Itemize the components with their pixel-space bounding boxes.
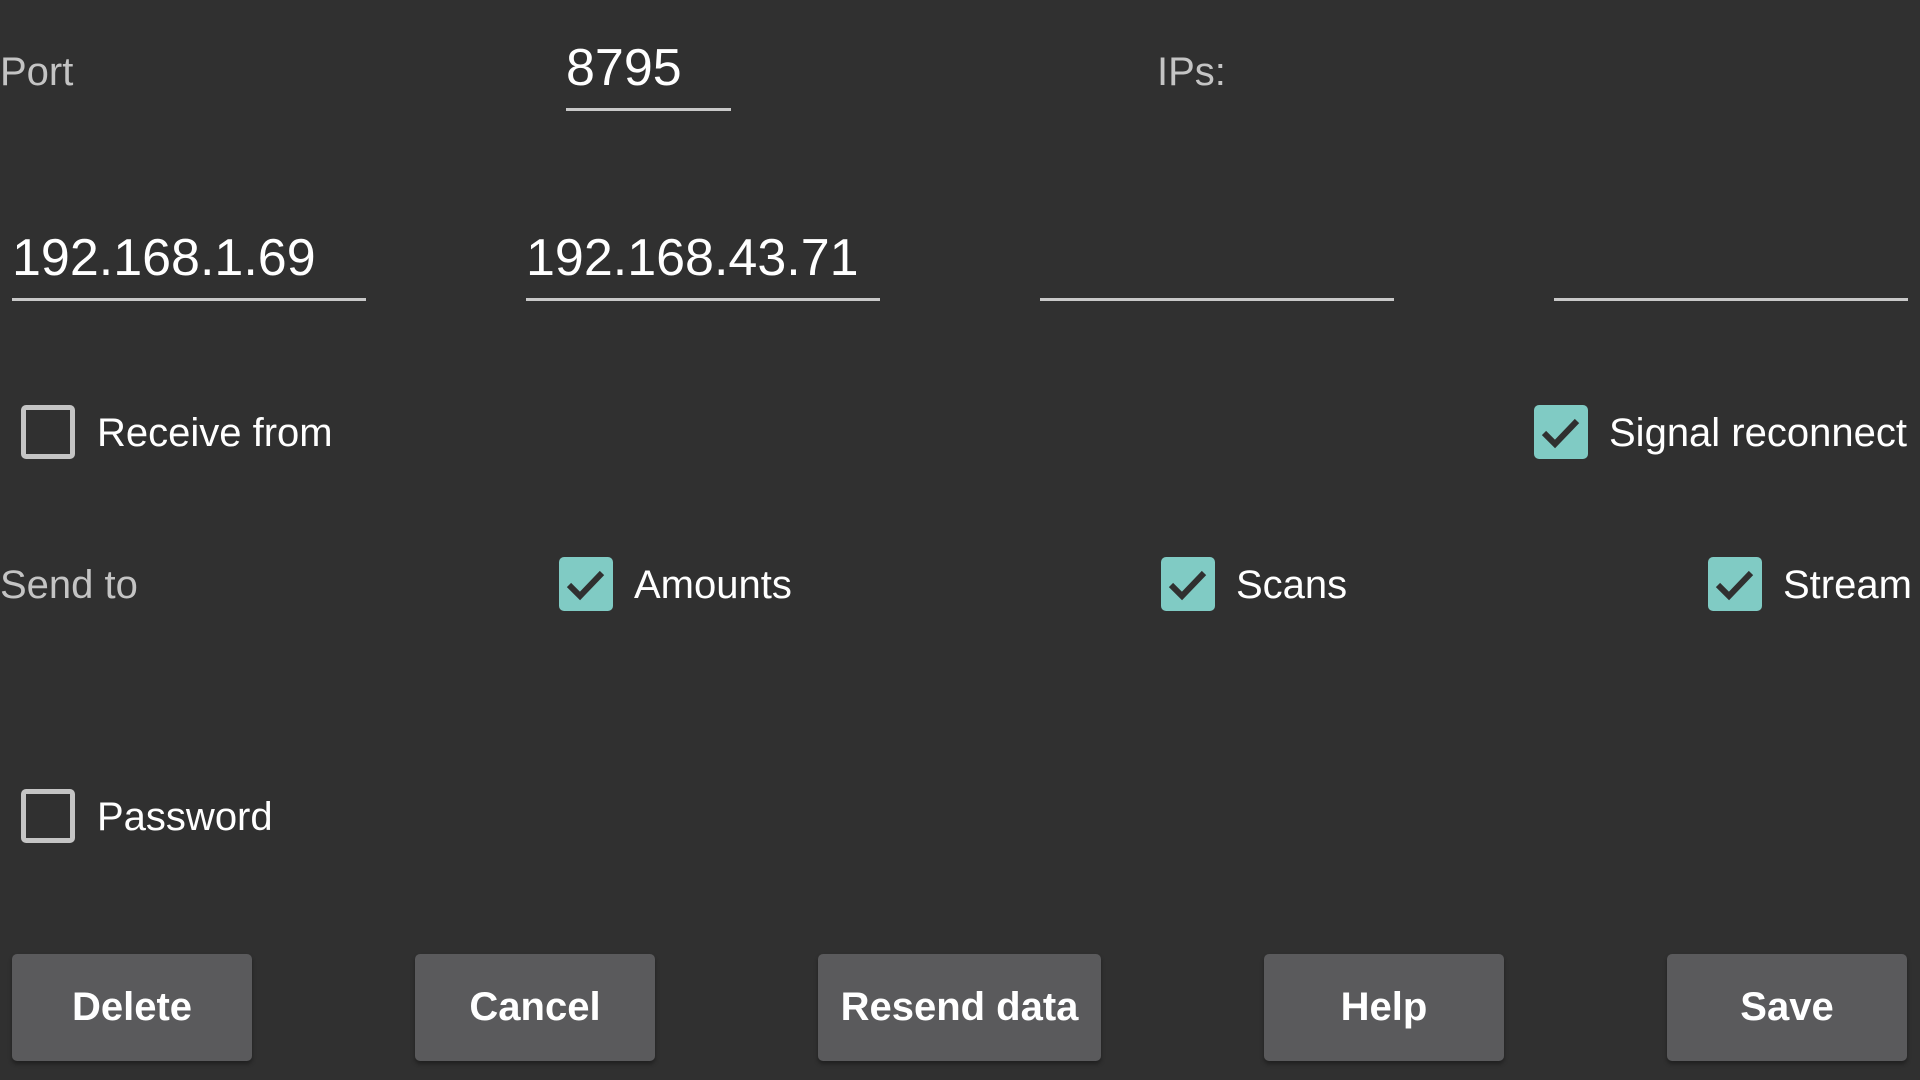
ips-label: IPs:	[1157, 50, 1226, 94]
amounts-label[interactable]: Amounts	[634, 561, 792, 609]
resend-data-button[interactable]: Resend data	[818, 954, 1101, 1061]
signal-reconnect-label[interactable]: Signal reconnect	[1609, 409, 1907, 457]
stream-label[interactable]: Stream	[1783, 561, 1912, 609]
port-label: Port	[0, 50, 74, 94]
save-button[interactable]: Save	[1667, 954, 1907, 1061]
scans-checkbox[interactable]	[1161, 557, 1215, 611]
ip-input-4[interactable]	[1554, 228, 1908, 298]
ip-input-3[interactable]	[1040, 228, 1394, 298]
port-input[interactable]	[566, 38, 731, 108]
send-to-label: Send to	[0, 563, 138, 607]
delete-button[interactable]: Delete	[12, 954, 252, 1061]
receive-from-checkbox[interactable]	[21, 405, 75, 459]
ip-input-2[interactable]	[526, 228, 880, 298]
check-icon	[1541, 418, 1580, 449]
ip-field-3[interactable]	[1040, 228, 1394, 301]
ip-field-1[interactable]	[12, 228, 366, 301]
ip-field-2[interactable]	[526, 228, 880, 301]
check-icon	[1168, 570, 1207, 601]
stream-checkbox[interactable]	[1708, 557, 1762, 611]
amounts-checkbox[interactable]	[559, 557, 613, 611]
cancel-button[interactable]: Cancel	[415, 954, 655, 1061]
signal-reconnect-checkbox[interactable]	[1534, 405, 1588, 459]
check-icon	[1715, 570, 1754, 601]
check-icon	[566, 570, 605, 601]
ip-field-4[interactable]	[1554, 228, 1908, 301]
receive-from-label[interactable]: Receive from	[97, 409, 333, 457]
help-button[interactable]: Help	[1264, 954, 1504, 1061]
password-label[interactable]: Password	[97, 793, 273, 841]
ip-input-1[interactable]	[12, 228, 366, 298]
password-checkbox[interactable]	[21, 789, 75, 843]
scans-label[interactable]: Scans	[1236, 561, 1347, 609]
port-field[interactable]	[566, 38, 731, 111]
